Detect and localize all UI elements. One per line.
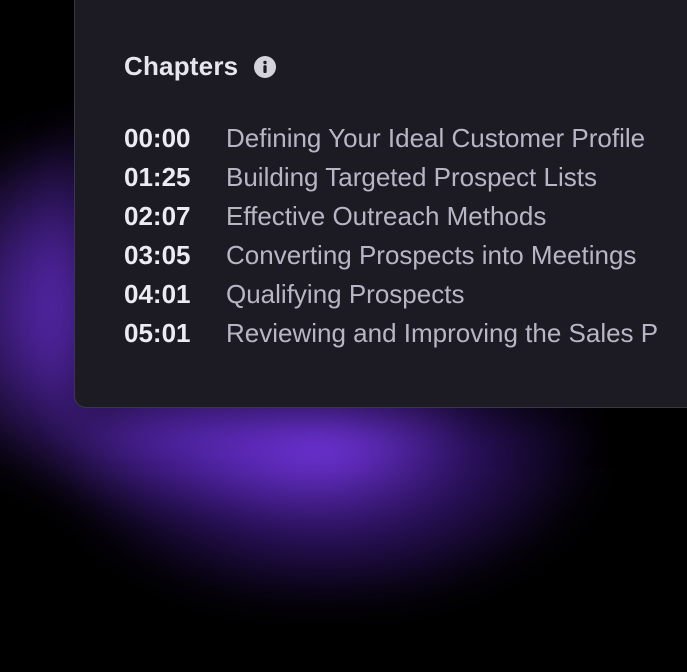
chapter-row[interactable]: 04:01 Qualifying Prospects: [124, 279, 658, 318]
chapter-timestamp: 03:05: [124, 240, 191, 270]
chapter-list: 00:00 Defining Your Ideal Customer Profi…: [124, 123, 658, 357]
chapter-title: Qualifying Prospects: [226, 279, 465, 309]
chapter-timestamp: 05:01: [124, 318, 191, 348]
chapter-row[interactable]: 05:01 Reviewing and Improving the Sales …: [124, 318, 658, 357]
chapter-title: Converting Prospects into Meetings: [226, 240, 637, 270]
stage: Chapters 00:00 Defining Your Ideal Custo…: [0, 0, 687, 672]
chapter-row[interactable]: 03:05 Converting Prospects into Meetings: [124, 240, 658, 279]
chapter-row[interactable]: 00:00 Defining Your Ideal Customer Profi…: [124, 123, 658, 162]
chapter-timestamp: 00:00: [124, 123, 191, 153]
chapter-title: Defining Your Ideal Customer Profile: [226, 123, 646, 153]
chapter-timestamp: 02:07: [124, 201, 191, 231]
card-title: Chapters: [124, 51, 239, 81]
chapter-row[interactable]: 01:25 Building Targeted Prospect Lists: [124, 162, 658, 201]
card-header: Chapters: [124, 51, 277, 82]
chapter-timestamp: 01:25: [124, 162, 191, 192]
chapter-row[interactable]: 02:07 Effective Outreach Methods: [124, 201, 658, 240]
info-icon[interactable]: [254, 55, 277, 78]
chapters-card: Chapters 00:00 Defining Your Ideal Custo…: [74, 0, 687, 408]
chapter-title: Building Targeted Prospect Lists: [226, 162, 597, 192]
chapter-timestamp: 04:01: [124, 279, 191, 309]
chapter-title: Reviewing and Improving the Sales P: [226, 318, 659, 348]
chapter-title: Effective Outreach Methods: [226, 201, 547, 231]
